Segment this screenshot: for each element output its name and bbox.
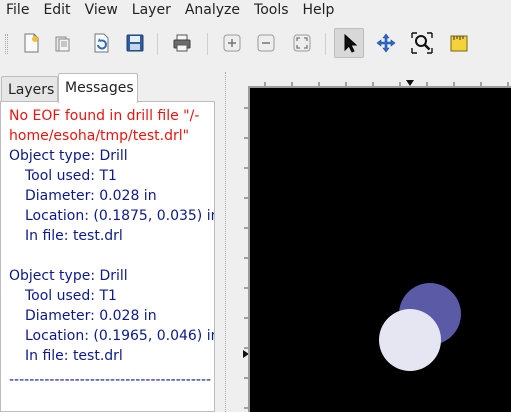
source-file: In file: test.drl xyxy=(25,228,123,244)
print-button[interactable] xyxy=(167,28,197,58)
zoom-out-icon xyxy=(257,34,275,52)
new-project-button[interactable] xyxy=(16,28,46,58)
object-type: Object type: Drill xyxy=(9,148,128,164)
toolbar-handle[interactable] xyxy=(5,34,8,54)
location: Location: (0.1875, 0.035) in xyxy=(25,208,215,224)
pointer-tool-button[interactable] xyxy=(334,28,364,58)
diameter: Diameter: 0.028 in xyxy=(25,188,157,204)
menu-file[interactable]: File xyxy=(0,1,37,20)
zoom-tool-button[interactable] xyxy=(407,28,437,58)
menu-edit[interactable]: Edit xyxy=(37,1,78,20)
tab-messages[interactable]: Messages xyxy=(58,73,138,103)
printer-icon xyxy=(173,34,191,52)
new-document-icon xyxy=(24,33,39,53)
folder-open-icon xyxy=(55,36,70,52)
zoom-out-button[interactable] xyxy=(251,28,281,58)
menu-analyze[interactable]: Analyze xyxy=(179,1,248,20)
sidebar-tabs: Layers Messages xyxy=(0,72,215,103)
magnifier-icon xyxy=(411,32,433,54)
error-message: home/esoha/tmp/test.drl" xyxy=(9,128,190,144)
error-message: No EOF found in drill file "/- xyxy=(9,108,200,124)
tool-used: Tool used: T1 xyxy=(25,168,117,184)
move-arrows-icon xyxy=(376,33,396,53)
menu-tools[interactable]: Tools xyxy=(248,1,297,20)
zoom-in-button[interactable] xyxy=(217,28,247,58)
ruler-icon xyxy=(450,35,468,52)
arrow-pointer-icon xyxy=(344,33,358,53)
messages-panel[interactable]: No EOF found in drill file "/- home/esoh… xyxy=(0,101,215,412)
object-type: Object type: Drill xyxy=(9,268,128,284)
zoom-fit-icon xyxy=(293,34,311,52)
message-separator: ---------------------------------------- xyxy=(9,372,212,388)
zoom-fit-button[interactable] xyxy=(287,28,317,58)
toolbar-separator xyxy=(207,33,208,55)
menu-bar: File Edit View Layer Analyze Tools Help xyxy=(0,0,511,21)
pan-tool-button[interactable] xyxy=(371,28,401,58)
floppy-disk-icon xyxy=(126,34,144,52)
toolbar-separator xyxy=(157,33,158,55)
open-project-button[interactable] xyxy=(48,28,78,58)
location: Location: (0.1965, 0.046) in xyxy=(25,328,215,344)
horizontal-ruler xyxy=(248,72,511,86)
panel-splitter[interactable] xyxy=(225,72,226,412)
menu-view[interactable]: View xyxy=(79,1,126,20)
zoom-in-icon xyxy=(223,34,241,52)
tab-layers[interactable]: Layers xyxy=(1,76,58,102)
reload-icon xyxy=(94,33,109,53)
ruler-ticks xyxy=(243,107,249,409)
canvas-drawing xyxy=(379,283,461,371)
menu-layer[interactable]: Layer xyxy=(126,1,179,20)
ruler-ticks xyxy=(264,80,509,86)
vertical-ruler xyxy=(234,86,249,412)
tool-used: Tool used: T1 xyxy=(25,288,117,304)
drill-hole-1-selected[interactable] xyxy=(379,309,441,371)
drawing-canvas[interactable] xyxy=(248,86,511,412)
measure-tool-button[interactable] xyxy=(444,28,474,58)
source-file: In file: test.drl xyxy=(25,348,123,364)
toolbar xyxy=(0,22,511,67)
toolbar-separator xyxy=(325,33,326,55)
reload-button[interactable] xyxy=(86,28,116,58)
diameter: Diameter: 0.028 in xyxy=(25,308,157,324)
save-button[interactable] xyxy=(120,28,150,58)
menu-help[interactable]: Help xyxy=(297,1,343,20)
